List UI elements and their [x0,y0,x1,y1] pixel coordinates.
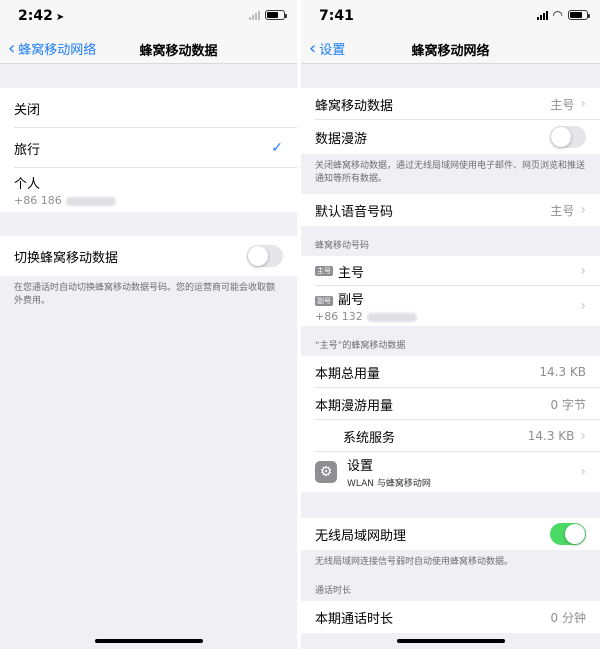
gear-icon: ⚙ [315,461,337,483]
primary-number-row[interactable]: 主号 主号 › [301,256,600,286]
home-indicator[interactable] [396,639,505,643]
primary-badge: 主号 [315,266,333,276]
secondary-number-row[interactable]: 副号 副号 +86 132 › [301,286,600,326]
switch-cellular-row: 切换蜂窝移动数据 [0,236,297,276]
home-indicator[interactable] [94,639,203,643]
wifi-assist-footer: 无线局域网连接信号弱时自动使用蜂窝移动数据。 [315,557,514,567]
switch-footer: 在您通话时自动切换蜂窝移动数据号码。您的运营商可能会收取额外费用。 [14,283,276,306]
switch-cellular-toggle[interactable] [247,245,283,267]
chevron-left-icon: ‹ [8,37,16,59]
wifi-assist-row: 无线局域网助理 [301,518,600,550]
signal-icon [536,10,548,20]
nav-bar: ‹ 设置 蜂窝移动网络 [301,34,600,64]
page-title: 蜂窝移动网络 [411,44,490,59]
secondary-badge: 副号 [315,295,333,306]
chevron-right-icon: › [580,464,586,480]
total-usage-row: 本期总用量 14.3 KB [301,356,600,388]
status-bar: 2:42 ➤ [0,0,297,34]
checkmark-icon: ✓ [271,140,283,156]
call-time-header: 通话时长 [315,586,352,596]
chevron-right-icon: › [580,263,586,279]
location-icon: ➤ [55,12,65,23]
numbers-header: 蜂窝移动号码 [315,241,370,251]
nav-bar: ‹ 蜂窝移动网络 蜂窝移动数据 [0,34,297,64]
right-screen: 7:41 ◠ ‹ 设置 蜂窝移动网络 蜂窝移动数据 主号 › 数据漫游 关闭蜂窝移动… [301,0,600,649]
roaming-toggle[interactable] [550,126,586,148]
battery-icon [568,10,590,20]
wifi-assist-toggle[interactable] [550,523,586,545]
line-option-personal[interactable]: 个人 +86 186 [0,168,297,212]
default-voice-row[interactable]: 默认语音号码 主号 › [301,194,600,226]
system-services-row[interactable]: 系统服务 14.3 KB › [301,420,600,452]
status-time: 7:41 [319,8,354,24]
line-list: 关闭 旅行 ✓ 个人 +86 186 [0,88,297,212]
wifi-icon: ◠ [552,8,563,22]
battery-icon [265,10,287,20]
roaming-usage-row: 本期漫游用量 0 字节 [301,388,600,420]
cellular-footer: 关闭蜂窝移动数据，通过无线局域网使用电子邮件、网页浏览和推送通知等所有数据。 [315,161,586,184]
status-bar: 7:41 ◠ [301,0,600,34]
left-screen: 2:42➤ ‹蜂窝移动网络 蜂窝移动数据 关闭 旅行 ✓ 个人 +86 18 [0,0,297,649]
redacted-number [65,196,116,206]
chevron-right-icon: › [580,298,586,314]
page-title: 蜂窝移动数据 [139,44,218,59]
chevron-right-icon: › [580,96,586,112]
usage-header: “主号”的蜂窝移动数据 [315,341,406,351]
roaming-row: 数据漫游 [301,120,600,154]
chevron-right-icon: › [580,428,586,444]
status-time: 2:42 ➤ [18,8,65,24]
chevron-right-icon: › [580,202,586,218]
signal-icon [249,10,260,20]
line-option-off[interactable]: 关闭 [0,88,297,128]
call-time-row: 本期通话时长 0 分钟 [315,610,586,627]
cellular-data-row[interactable]: 蜂窝移动数据 主号 › [301,88,600,120]
line-option-travel[interactable]: 旅行 ✓ [0,128,297,168]
settings-app-row[interactable]: ⚙ 设置 WLAN 与蜂窝移动网 › [301,452,600,492]
redacted-number [366,312,417,322]
